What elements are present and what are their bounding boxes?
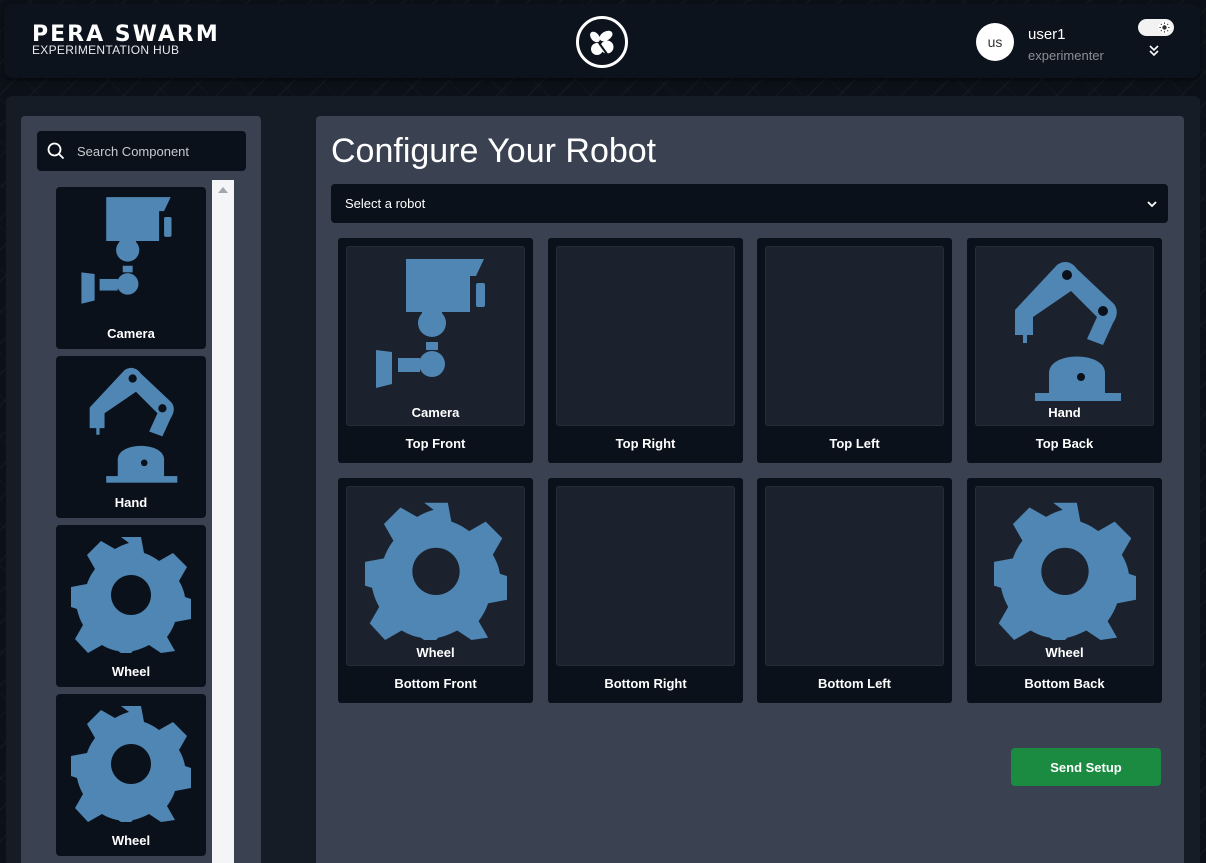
user-name: user1 [1028,26,1066,43]
component-card-camera[interactable]: Camera [56,187,206,349]
camera-icon [69,193,193,317]
top-header: PERA SWARM EXPERIMENTATION HUB us user1 … [4,4,1200,78]
robot-select-value: Select a robot [345,196,426,211]
slot-label: Bottom Right [604,676,687,691]
slot-drop-area[interactable] [346,246,525,426]
slot-label: Bottom Front [394,676,477,691]
gear-icon [71,702,191,822]
gear-icon [994,498,1136,640]
component-label: Hand [114,495,148,510]
brand-logo[interactable]: PERA SWARM EXPERIMENTATION HUB [32,24,220,57]
component-list: Camera Hand Wheel Wheel [56,187,206,863]
slot-top-right[interactable]: Top Right [548,238,743,463]
slot-label: Top Back [1035,436,1094,451]
slot-label: Top Front [405,436,466,451]
theme-toggle[interactable] [1138,19,1174,36]
avatar[interactable]: us [976,23,1014,61]
camera-icon [366,254,506,404]
search-icon [47,142,65,160]
slot-drop-area[interactable] [346,486,525,666]
component-card-wheel[interactable]: Wheel [56,694,206,856]
search-input[interactable] [77,143,227,159]
slot-top-front[interactable]: Camera Top Front [338,238,533,463]
component-label: Wheel [111,664,151,679]
component-sidebar: Camera Hand Wheel Wheel [21,116,261,863]
component-card-wheel[interactable]: Wheel [56,525,206,687]
user-role: experimenter [1028,48,1104,63]
configure-panel: Configure Your Robot Select a robot Came… [316,116,1184,863]
scroll-up-arrow-icon[interactable] [218,187,228,193]
slot-drop-area[interactable] [556,246,735,426]
slot-component-name: Wheel [1045,645,1084,660]
bee-logo-icon[interactable] [576,16,628,68]
slot-top-back[interactable]: Hand Top Back [967,238,1162,463]
slot-label: Top Right [615,436,676,451]
page-title: Configure Your Robot [331,132,657,170]
slot-component-name: Wheel [416,645,455,660]
gear-icon [365,498,507,640]
chevron-double-down-icon[interactable] [1147,44,1161,63]
slot-drop-area[interactable] [975,486,1154,666]
send-setup-button[interactable]: Send Setup [1011,748,1161,786]
slot-bottom-front[interactable]: Wheel Bottom Front [338,478,533,703]
slot-component-name: Camera [411,405,460,420]
gear-icon [71,533,191,653]
component-label: Camera [107,326,155,341]
slot-drop-area[interactable] [765,246,944,426]
search-box[interactable] [37,131,246,171]
slot-label: Bottom Back [1024,676,1105,691]
slot-component-name: Hand [1048,405,1081,420]
sidebar-scrollbar[interactable] [212,180,234,863]
slot-bottom-right[interactable]: Bottom Right [548,478,743,703]
robot-select[interactable]: Select a robot [331,184,1168,223]
slot-bottom-left[interactable]: Bottom Left [757,478,952,703]
slot-top-left[interactable]: Top Left [757,238,952,463]
slot-drop-area[interactable] [556,486,735,666]
robot-arm-icon [69,362,193,486]
slot-bottom-back[interactable]: Wheel Bottom Back [967,478,1162,703]
slot-drop-area[interactable] [975,246,1154,426]
slot-label: Bottom Left [818,676,891,691]
chevron-down-icon [1147,200,1157,207]
robot-arm-icon [995,255,1135,405]
component-label: Wheel [111,833,151,848]
component-card-hand[interactable]: Hand [56,356,206,518]
sun-icon [1158,21,1171,34]
slot-drop-area[interactable] [765,486,944,666]
slot-label: Top Left [829,436,880,451]
